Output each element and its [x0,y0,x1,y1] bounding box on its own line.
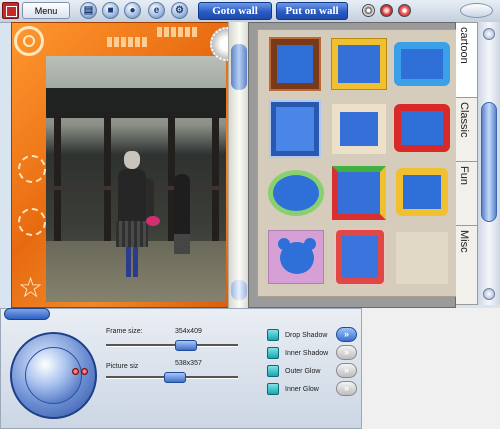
drop-shadow-settings-button[interactable]: » [336,327,357,342]
camera-icon[interactable]: ● [124,2,141,19]
frame-spine [228,22,250,308]
frame-thumbnail[interactable] [268,164,324,221]
outer-glow-label: Outer Glow [285,368,321,375]
frame-size-slider-track[interactable] [106,344,238,347]
frame-thumbnail[interactable] [392,164,448,221]
frame-library-page [257,29,459,297]
spine-knob-bottom[interactable] [231,280,247,300]
save-icon[interactable]: ■ [102,2,119,19]
drop-shadow-label: Drop Shadow [285,332,328,339]
inner-shadow-settings-button[interactable]: » [336,345,357,360]
window-handle[interactable] [460,3,493,18]
drop-shadow-checkbox[interactable] [267,329,279,341]
picture-size-value: 538x357 [175,360,202,367]
tab-fun[interactable]: Fun [456,162,477,226]
frame-size-slider-thumb[interactable] [175,340,197,351]
swirl-decoration-icon [18,208,46,236]
joystick-knob[interactable] [25,347,82,404]
top-toolbar: Menu ▤ ■ ● e ⚙ Goto wall Put on wall [0,0,500,23]
goto-wall-button[interactable]: Goto wall [198,2,272,20]
picture-size-slider-thumb[interactable] [164,372,186,383]
frame-thumbnail[interactable] [330,36,387,93]
star-decoration-icon: ☆ [18,271,44,304]
minimize-icon[interactable] [362,4,375,17]
frame-thumbnail[interactable] [268,36,324,93]
app-logo-icon [2,2,19,19]
tab-cartoon[interactable]: cartoon [456,23,477,98]
pavilion-roof [46,88,226,118]
open-folder-icon[interactable]: ▤ [80,2,97,19]
joystick-indicator-icon [72,368,79,375]
swirl-decoration-icon [18,155,46,183]
sun-decoration-icon [14,26,44,56]
maximize-icon[interactable] [380,4,393,17]
person-background [174,174,190,254]
brick-decoration [107,37,147,47]
settings-icon[interactable]: ⚙ [171,2,188,19]
scrollbar-thumb[interactable] [481,102,497,222]
put-on-wall-button[interactable]: Put on wall [276,2,348,20]
frame-library [248,22,459,308]
outer-glow-checkbox[interactable] [267,365,279,377]
frame-size-value: 354x409 [175,328,202,335]
tab-classic[interactable]: Classic [456,98,477,162]
e-icon[interactable]: e [148,2,165,19]
photo-frame-preview[interactable]: ☆ [11,22,246,308]
category-tabs: cartoon Classic Fun Misc [456,22,478,305]
frame-thumbnail[interactable] [392,100,450,157]
user-photo [46,56,226,302]
inner-glow-checkbox[interactable] [267,383,279,395]
frame-thumbnail[interactable] [268,228,324,285]
frame-library-scrollbar[interactable] [478,22,500,305]
inner-shadow-label: Inner Shadow [285,350,329,357]
tab-misc[interactable]: Misc [456,226,477,306]
picture-size-label: Picture siz [106,363,139,370]
flower-bouquet [146,216,160,226]
empty-area [362,308,500,429]
frame-thumbnail[interactable] [330,100,386,157]
frame-thumbnail[interactable] [268,100,324,158]
frame-thumbnail[interactable] [330,228,386,286]
close-icon[interactable] [398,4,411,17]
scroll-down-arrow-icon[interactable] [483,288,495,300]
frame-size-label: Frame size: [106,328,143,335]
frame-thumbnail-empty[interactable] [392,228,448,285]
panel-collapse-tab[interactable] [4,308,50,320]
frame-thumbnail[interactable] [392,36,450,93]
scroll-up-arrow-icon[interactable] [483,28,495,40]
outer-glow-settings-button[interactable]: » [336,363,357,378]
brick-decoration [157,27,197,37]
inner-shadow-checkbox[interactable] [267,347,279,359]
inner-glow-settings-button[interactable]: » [336,381,357,396]
frame-thumbnail[interactable] [330,164,386,221]
inner-glow-label: Inner Glow [285,386,319,393]
person-foreground [116,151,148,279]
joystick-indicator-icon [81,368,88,375]
spine-knob-top[interactable] [231,44,247,90]
menu-button[interactable]: Menu [22,2,70,19]
